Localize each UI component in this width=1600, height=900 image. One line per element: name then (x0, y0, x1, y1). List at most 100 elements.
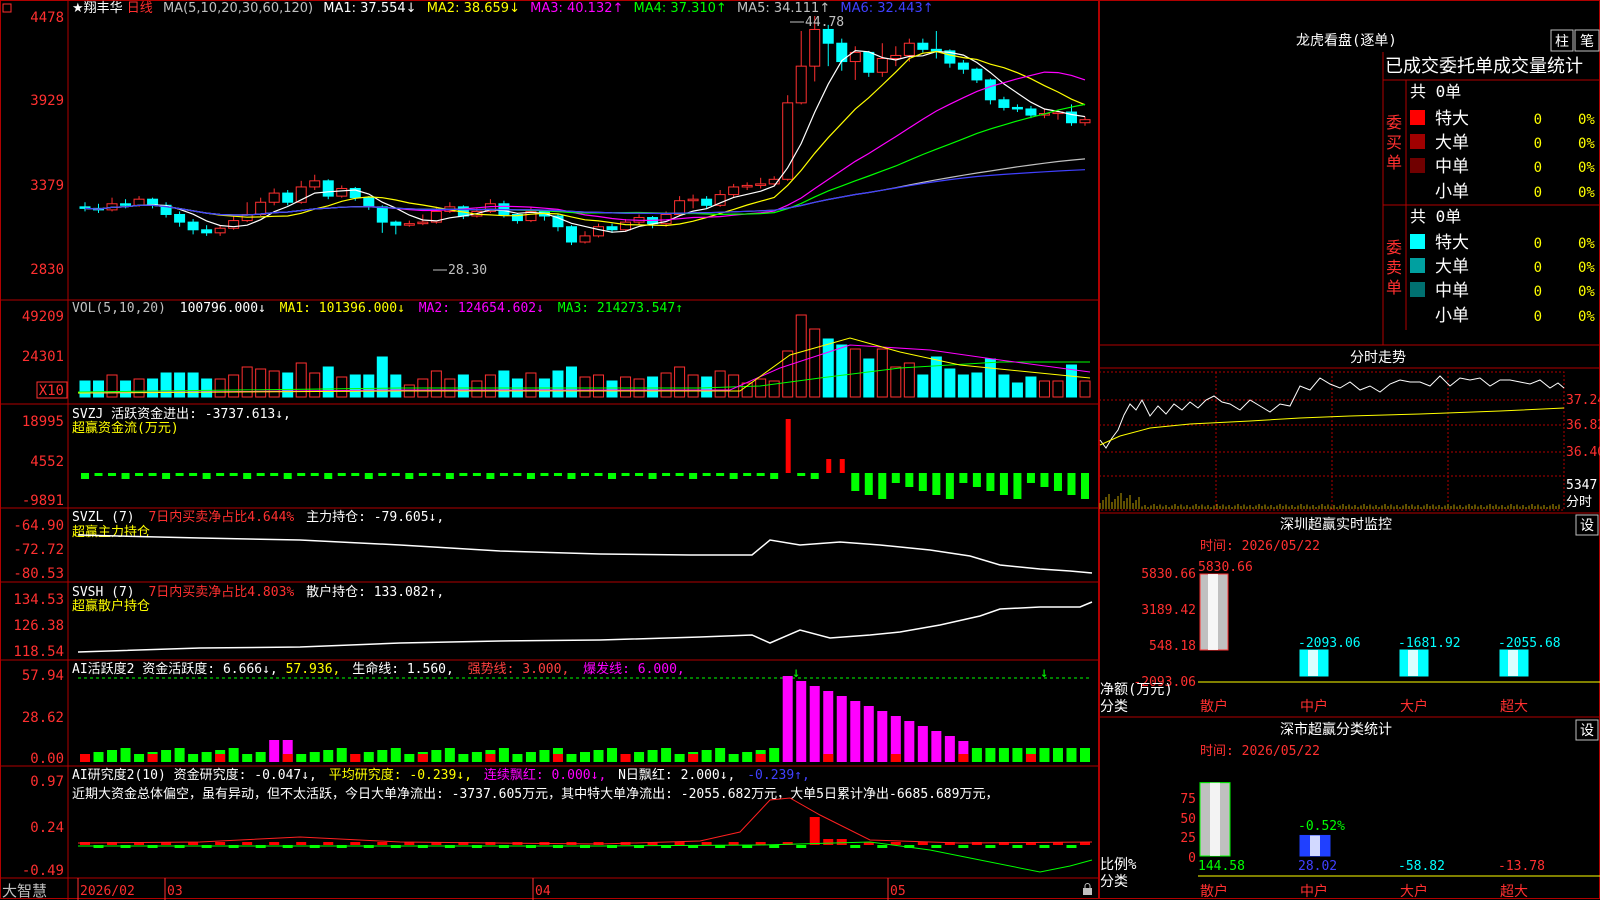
retail-line (77, 601, 1093, 653)
volume-bar (255, 368, 267, 398)
yj-ndays: N日飘红: 2.000↓, (618, 767, 735, 783)
volume-bar (890, 366, 902, 398)
fund-flow-bar (297, 473, 306, 476)
fund-flow-bar (378, 473, 387, 476)
stats-value: 144.58 (1198, 859, 1245, 874)
volume-bar (147, 378, 159, 398)
monitor-title: 深圳超赢实时监控 (1280, 516, 1392, 533)
activity-bar (269, 740, 280, 762)
candle-body (809, 28, 821, 67)
svg-text:AI活跃度2 资金活跃度: 6.666↓, 57: AI活跃度2 资金活跃度: 6.666↓, 57.936, 生命线: 1.560… (72, 661, 685, 677)
fund-flow-bar (770, 473, 779, 479)
swatch-icon (1410, 134, 1425, 149)
zj-tick: 18995 (22, 414, 64, 430)
row-qty: 0 (1534, 309, 1542, 325)
svsh-value: 散户持仓: 133.082↑, (306, 584, 444, 600)
monitor-value-label: 5830.66 (1198, 560, 1253, 575)
monitor-category: 超大 (1500, 699, 1528, 715)
candle-body (957, 62, 969, 70)
volume-bar (782, 350, 794, 398)
stats-settings-label[interactable]: 设 (1580, 723, 1594, 739)
fund-flow-bar (594, 473, 603, 476)
activity-bar (161, 750, 172, 762)
stats-bar-label: -0.52% (1298, 819, 1345, 834)
price-axis: 4478 3929 3379 2830 (30, 10, 64, 278)
volume-bar (701, 376, 713, 398)
fund-flow-bar (486, 473, 495, 479)
candle-body (890, 54, 902, 60)
ma4-value: MA4: 37.310↑ (634, 1, 727, 16)
stats-y-tick: 75 (1180, 792, 1196, 807)
activity-bar (93, 752, 104, 762)
svzl-value: 主力持仓: -79.605↓, (306, 510, 444, 525)
volume-bar (133, 378, 145, 398)
volume-bar (984, 358, 996, 398)
research-red-line (77, 797, 1093, 845)
column-mode-label[interactable]: 柱 (1555, 34, 1569, 50)
monitor-category: 中户 (1300, 698, 1328, 715)
stats-category: 超大 (1500, 884, 1528, 900)
settings-square-icon[interactable] (2, 3, 12, 13)
activity-bar (674, 754, 685, 762)
fund-flow-bar (1013, 473, 1022, 499)
zl-axis: -64.90 -72.72 -80.53 (13, 518, 64, 582)
fund-flow-bar (959, 473, 968, 483)
monitor-y-tick: 548.18 (1149, 639, 1196, 654)
research-bar (1012, 845, 1023, 848)
volume-bar (728, 374, 740, 398)
activity-marker (147, 754, 158, 762)
lock-icon[interactable] (1083, 883, 1092, 896)
research-bar (931, 845, 942, 848)
activity-bar (836, 696, 847, 762)
fund-flow-bar (621, 473, 630, 476)
volume-bar (876, 348, 888, 398)
svsh-subtitle: 超赢散户持仓 (72, 598, 150, 614)
ma-line (84, 50, 1086, 227)
activity-bar (809, 686, 820, 762)
activity-bar (255, 752, 266, 762)
monitor-time: 时间: 2026/05/22 (1200, 539, 1320, 554)
volume-bar (1079, 380, 1091, 398)
activity-bar (174, 748, 185, 762)
activity-bar (985, 748, 996, 762)
candle-body (863, 51, 875, 73)
candle-body (674, 200, 686, 215)
monitor-settings-label[interactable]: 设 (1580, 518, 1594, 534)
candle-body (822, 28, 834, 44)
fund-flow-bar (324, 473, 333, 479)
period-label: 日线 (127, 1, 153, 16)
ma-line (84, 158, 1086, 216)
tick-mode-label[interactable]: 笔 (1580, 34, 1594, 50)
research-bar (269, 842, 280, 845)
candle-body (755, 183, 767, 186)
activity-bar (377, 750, 388, 762)
fund-flow-bar (391, 473, 400, 476)
svsh-header: SVSH (7) 7日内买卖净占比4.803% 散户持仓: 133.082↑, … (72, 584, 444, 614)
fund-flow-bar (121, 473, 130, 479)
activity-bar (580, 752, 590, 762)
fund-flow-bar (202, 473, 211, 479)
monitor-bar-shine (1208, 574, 1218, 650)
activity-bar (796, 681, 807, 762)
row-qty: 0 (1534, 112, 1542, 128)
high-price-label: 44.78 (805, 15, 844, 30)
intraday-tick: 36.82 (1566, 418, 1600, 433)
fund-flow-bar (729, 473, 738, 479)
vol-ma3: MA3: 214273.547↑ (558, 301, 683, 316)
activity-bar (728, 754, 739, 762)
fund-flow-bar (662, 473, 671, 476)
fund-flow-bar (432, 473, 441, 476)
activity-bar (431, 750, 442, 762)
volume-bar (363, 374, 375, 398)
main-chart-canvas[interactable]: 4478 3929 3379 2830 49209 24301 X10 1899… (0, 0, 1600, 900)
candle-body (322, 180, 334, 197)
fund-flow-bar (756, 473, 765, 476)
fund-flow-bar (148, 473, 157, 476)
activity-bar (444, 748, 455, 762)
ma1-value: MA1: 37.554↓ (323, 1, 416, 16)
candle-body (255, 201, 267, 215)
hy-header: AI活跃度2 资金活跃度: 6.666↓, 57.936, 生命线: 1.560… (72, 661, 685, 677)
research-bar (296, 842, 307, 845)
research-bar (701, 842, 712, 845)
row-name: 大单 (1435, 133, 1469, 153)
